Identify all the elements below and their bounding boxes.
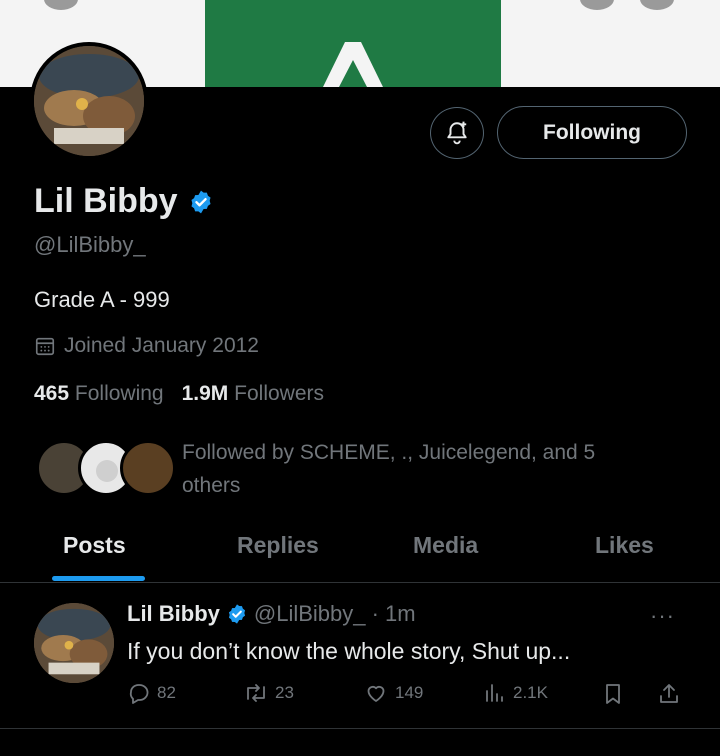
reply-count: 82 xyxy=(157,683,176,702)
share-button[interactable] xyxy=(657,681,681,707)
profile-name-row: Lil Bibby xyxy=(34,182,214,221)
post-text: If you don’t know the whole story, Shut … xyxy=(127,638,571,664)
views-chart-icon xyxy=(486,684,503,702)
reply-button[interactable]: 82 xyxy=(127,681,176,705)
followers-label: Followers xyxy=(234,382,324,405)
profile-name: Lil Bibby xyxy=(34,182,178,220)
notification-toggle-button[interactable] xyxy=(430,107,484,159)
profile-tabs: Posts Replies Media Likes xyxy=(0,520,720,583)
following-button[interactable]: Following xyxy=(497,106,687,159)
bookmark-icon xyxy=(606,684,620,704)
followed-by-text[interactable]: Followed by SCHEME, ., Juicelegend, and … xyxy=(182,436,652,502)
post-author-name[interactable]: Lil Bibby xyxy=(127,601,220,627)
profile-handle: @LilBibby_ xyxy=(34,232,146,257)
tab-replies[interactable]: Replies xyxy=(237,532,319,559)
following-count: 465 xyxy=(34,382,70,405)
avatar-image xyxy=(34,46,144,156)
views-count: 2.1K xyxy=(513,683,548,702)
calendar-icon xyxy=(35,337,55,356)
repost-button[interactable]: 23 xyxy=(243,681,294,705)
banner-letter-shape xyxy=(323,42,383,87)
following-label: Following xyxy=(74,382,164,405)
tab-posts[interactable]: Posts xyxy=(63,532,126,559)
banner-decoration xyxy=(580,0,614,10)
follower-avatar xyxy=(120,440,176,496)
profile-avatar[interactable] xyxy=(30,42,148,160)
following-stat[interactable]: 465 Following xyxy=(34,382,164,406)
post-actions: 82 23 149 2.1K xyxy=(127,681,687,711)
repost-count: 23 xyxy=(275,683,294,702)
post-item[interactable]: Lil Bibby @LilBibby_ · 1m ··· If you don… xyxy=(0,583,720,729)
active-tab-indicator xyxy=(52,576,145,581)
followers-count: 1.9M xyxy=(181,382,229,405)
more-options-icon[interactable]: ··· xyxy=(650,603,675,629)
banner-decoration xyxy=(640,0,674,10)
profile-bio: Grade A - 999 xyxy=(34,287,170,312)
heart-icon xyxy=(367,685,385,702)
reply-icon xyxy=(129,684,149,704)
banner-green-block xyxy=(205,0,501,87)
like-button[interactable]: 149 xyxy=(363,681,423,705)
post-avatar[interactable] xyxy=(34,603,114,683)
notification-bell-plus-icon xyxy=(447,121,467,145)
post-handle-time: @LilBibby_ · 1m xyxy=(253,601,416,626)
followers-stat[interactable]: 1.9M Followers xyxy=(182,382,324,406)
repost-icon xyxy=(247,684,265,702)
joined-date-row: Joined January 2012 xyxy=(34,334,259,358)
share-icon xyxy=(660,684,678,703)
post-avatar-image xyxy=(34,603,114,683)
verified-badge-icon xyxy=(228,604,245,624)
like-count: 149 xyxy=(395,683,424,702)
follow-stats: 465 Following 1.9M Followers xyxy=(34,382,324,406)
followed-by-avatars[interactable] xyxy=(36,440,176,496)
tab-likes[interactable]: Likes xyxy=(595,532,654,559)
joined-date: Joined January 2012 xyxy=(64,334,259,357)
views-button[interactable]: 2.1K xyxy=(483,681,548,705)
post-header: Lil Bibby @LilBibby_ · 1m xyxy=(127,601,416,627)
verified-badge-icon[interactable] xyxy=(188,189,214,215)
tab-media[interactable]: Media xyxy=(413,532,478,559)
bookmark-button[interactable] xyxy=(601,681,625,707)
banner-decoration xyxy=(44,0,78,10)
